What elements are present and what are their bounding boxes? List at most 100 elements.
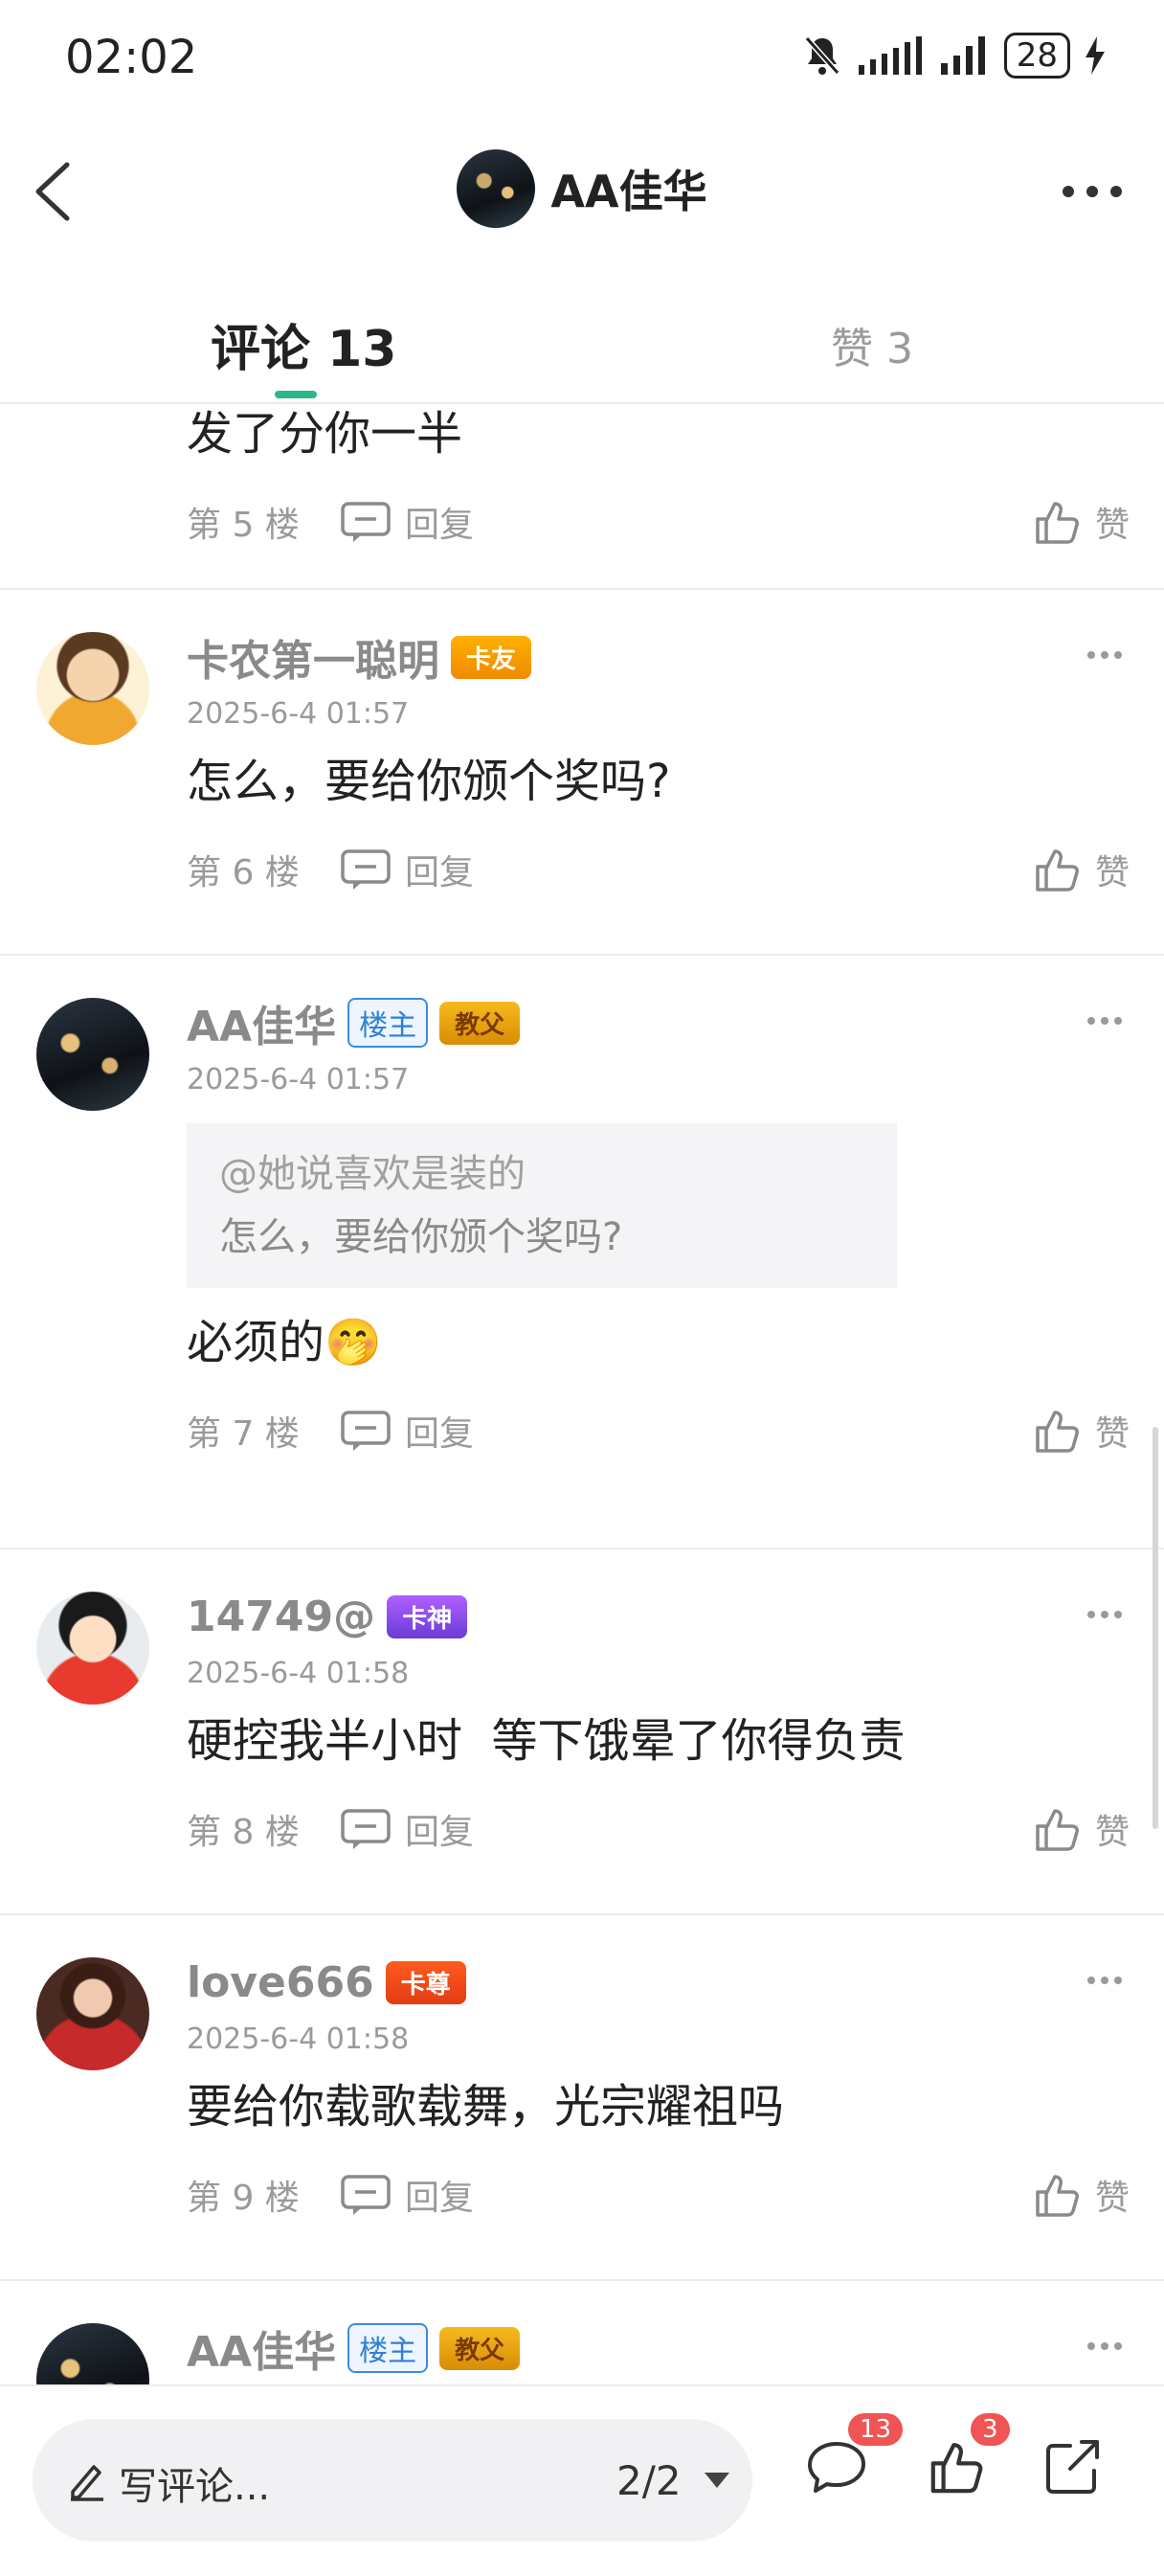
author-avatar[interactable] [457, 149, 536, 228]
username[interactable]: 卡农第一聪明 [187, 626, 439, 688]
quote-text: 怎么，要给你颁个奖吗? [219, 1215, 623, 1259]
username[interactable]: love666 [187, 1958, 374, 2007]
status-icons: 28 [803, 33, 1107, 79]
floor-number: 第 9 楼 [187, 2179, 300, 2218]
thumbs-up-icon [1036, 1411, 1079, 1453]
floor-number: 第 6 楼 [187, 853, 300, 893]
reply-bubble-icon [341, 502, 391, 542]
name-row: AA佳华 楼主 教父 [187, 994, 1130, 1051]
comment-footer: 第 7 楼 回复 赞 [187, 1397, 1130, 1499]
reply-button[interactable]: 回复 [340, 1804, 474, 1854]
level-badge: 教父 [439, 1001, 521, 1045]
like-count-badge: 3 [971, 2413, 1010, 2446]
reply-bubble-icon [341, 1411, 391, 1451]
comment-more-icon[interactable] [1086, 2339, 1124, 2354]
like-button[interactable]: 赞 [1034, 2161, 1130, 2228]
page-indicator[interactable]: 2/2 [616, 2457, 682, 2504]
reply-bubble-icon [341, 849, 391, 890]
reply-bubble-icon [341, 1809, 391, 1849]
level-badge: 卡神 [387, 1594, 468, 1638]
username[interactable]: AA佳华 [187, 2317, 336, 2379]
comment-text: 要给你载歌载舞，光宗耀祖吗 [187, 2080, 785, 2134]
like-label: 赞 [1094, 1414, 1130, 1454]
reply-button[interactable]: 回复 [340, 845, 474, 894]
tab-likes[interactable]: 赞 3 [831, 314, 913, 375]
comments-button[interactable]: 13 [806, 2413, 904, 2499]
like-label: 赞 [1094, 506, 1130, 545]
owner-badge: 楼主 [347, 998, 429, 1048]
status-time: 02:02 [65, 31, 198, 84]
page-title: AA佳华 [550, 166, 707, 217]
level-badge: 卡尊 [385, 1960, 466, 2004]
mute-bell-icon [804, 36, 839, 75]
reply-button[interactable]: 回复 [340, 1406, 474, 1456]
name-row: 14749@ 卡神 [187, 1588, 1130, 1645]
comment-footer: 第 5 楼 回复 赞 [187, 488, 1130, 590]
avatar[interactable] [36, 632, 149, 745]
like-button[interactable]: 赞 [1034, 1796, 1130, 1863]
thumbs-up-icon [930, 2443, 983, 2494]
reply-bubble-icon [341, 2175, 391, 2215]
comment-more-icon[interactable] [1086, 1013, 1124, 1028]
comment-floor-5: 发了分你一半 第 5 楼 回复 赞 [0, 402, 1164, 590]
comment-list: 发了分你一半 第 5 楼 回复 赞 卡农第一聪明 卡友 2025-6-4 01:… [0, 402, 1164, 2384]
quoted-comment: @她说喜欢是装的 怎么，要给你颁个奖吗? [187, 1123, 897, 1288]
signal-icon-2 [940, 36, 985, 75]
avatar[interactable] [36, 2323, 149, 2384]
comment-more-icon[interactable] [1086, 647, 1124, 663]
comment-text: 怎么，要给你颁个奖吗? [187, 755, 671, 808]
floor-number: 第 5 楼 [187, 506, 300, 545]
like-label: 赞 [1094, 2179, 1130, 2218]
reply-label: 回复 [405, 506, 475, 545]
comment-count-badge: 13 [848, 2413, 904, 2446]
header: AA佳华 [0, 115, 1164, 268]
title-wrap: AA佳华 [0, 149, 1164, 228]
timestamp: 2025-6-4 01:58 [187, 1657, 410, 1690]
timestamp: 2025-6-4 01:57 [187, 697, 410, 731]
pen-icon [71, 2465, 103, 2501]
like-button[interactable]: 赞 [1034, 836, 1130, 903]
reply-label: 回复 [405, 2179, 475, 2218]
name-row: 卡农第一聪明 卡友 [187, 628, 1130, 686]
timestamp: 2025-6-4 01:57 [187, 1063, 410, 1096]
reply-button[interactable]: 回复 [340, 2170, 474, 2220]
write-comment-label: 写评论... [119, 2465, 271, 2509]
like-button[interactable]: 赞 [1034, 1397, 1130, 1464]
reply-button[interactable]: 回复 [340, 497, 474, 547]
reply-label: 回复 [405, 1414, 475, 1454]
comment-more-icon[interactable] [1086, 1973, 1124, 1988]
share-icon [1046, 2440, 1099, 2494]
quote-user[interactable]: @她说喜欢是装的 [219, 1142, 864, 1206]
scrollbar-thumb[interactable] [1153, 1427, 1158, 1829]
reply-label: 回复 [405, 1813, 475, 1852]
chevron-down-icon[interactable] [703, 2471, 731, 2490]
like-button[interactable]: 赞 [1034, 488, 1130, 555]
write-comment-box[interactable]: 写评论... 2/2 [33, 2419, 752, 2542]
timestamp: 2025-6-4 01:58 [187, 2022, 410, 2056]
thumbs-up-icon [1036, 1809, 1079, 1851]
emoji: 🤭 [325, 1316, 382, 1369]
like-label: 赞 [1094, 1813, 1130, 1852]
share-button[interactable] [1043, 2438, 1103, 2499]
like-post-button[interactable]: 3 [929, 2413, 1010, 2499]
comment-text: 硬控我半小时 等下饿晕了你得负责 [187, 1714, 906, 1768]
floor-number: 第 8 楼 [187, 1813, 300, 1852]
avatar[interactable] [36, 1957, 149, 2070]
comment-floor-6: 卡农第一聪明 卡友 2025-6-4 01:57 怎么，要给你颁个奖吗? 第 6… [0, 590, 1164, 956]
reply-label: 回复 [405, 853, 475, 893]
more-options-icon[interactable] [1059, 172, 1126, 211]
active-tab-indicator [275, 391, 317, 398]
username[interactable]: 14749@ [187, 1593, 375, 1641]
avatar[interactable] [36, 998, 149, 1111]
comment-more-icon[interactable] [1086, 1607, 1124, 1622]
level-badge: 教父 [439, 2326, 521, 2370]
signal-icon [858, 36, 922, 75]
tab-bar: 评论 13 赞 3 [0, 268, 1164, 404]
avatar[interactable] [36, 1592, 149, 1705]
comment-floor-8: 14749@ 卡神 2025-6-4 01:58 硬控我半小时 等下饿晕了你得负… [0, 1549, 1164, 1915]
thumbs-up-icon [1036, 502, 1079, 544]
thumbs-up-icon [1036, 849, 1079, 892]
username[interactable]: AA佳华 [187, 992, 336, 1053]
tab-comments[interactable]: 评论 13 [211, 308, 396, 380]
name-row: love666 卡尊 [187, 1954, 1130, 2011]
